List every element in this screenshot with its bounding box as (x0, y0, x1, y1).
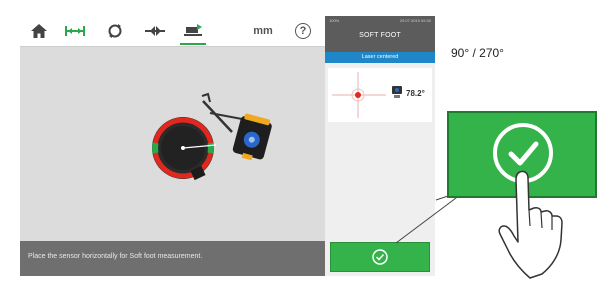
battery-level: 100% (329, 18, 340, 23)
status-message: Place the sensor horizontally for Soft f… (28, 253, 203, 260)
status-bar: Place the sensor horizontally for Soft f… (20, 241, 325, 276)
home-icon (31, 24, 47, 38)
panel-header: 100% 29.07.2019 09:30 SOFT FOOT (325, 16, 435, 52)
soft-foot-panel: 100% 29.07.2019 09:30 SOFT FOOT Laser ce… (325, 16, 435, 276)
sensor-angle: 78.2° (406, 89, 425, 98)
laser-status-banner: Laser centered (325, 52, 435, 63)
results-icon (145, 26, 165, 36)
confirm-button[interactable] (330, 242, 430, 272)
dimensions-button[interactable] (58, 16, 92, 46)
date-time: 29.07.2019 09:30 (399, 18, 431, 23)
soft-foot-diagram (152, 92, 272, 181)
soft-foot-button[interactable] (176, 16, 210, 46)
sensor-icon (392, 86, 402, 98)
hand-pointer-icon (498, 170, 563, 279)
laser-position-card: 78.2° (328, 68, 432, 122)
panel-title: SOFT FOOT (359, 32, 401, 39)
angle-range-label: 90° / 270° (451, 46, 504, 60)
soft-foot-icon (184, 24, 202, 36)
help-button[interactable]: ? (286, 16, 320, 46)
check-icon (372, 249, 388, 265)
units-button[interactable]: mm (246, 16, 280, 46)
machine-view (20, 47, 325, 241)
help-icon: ? (295, 23, 311, 39)
units-label: mm (253, 25, 273, 37)
home-button[interactable] (22, 16, 56, 46)
dimensions-icon (65, 26, 85, 36)
device-screen: mm ? Place the sensor horizontally for S… (20, 16, 435, 276)
results-button[interactable] (138, 16, 172, 46)
toolbar: mm ? (20, 16, 325, 47)
measure-icon (108, 24, 122, 38)
measure-button[interactable] (98, 16, 132, 46)
